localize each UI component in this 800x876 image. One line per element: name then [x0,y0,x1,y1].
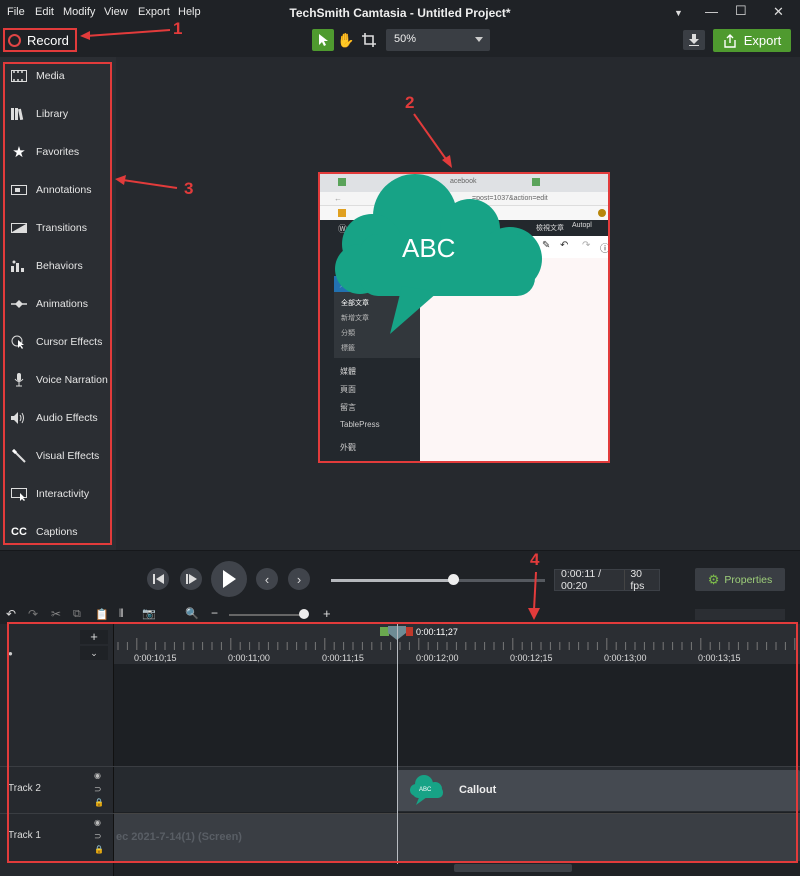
step-forward-button[interactable] [180,568,202,590]
step-forward-icon [185,574,197,584]
pointer-icon [319,34,328,46]
time-display: 0:00:11 / 00:20 30 fps [554,568,660,592]
select-tool-button[interactable] [312,29,334,51]
timeline-scrollbar-track[interactable] [114,861,800,876]
share-icon [724,33,736,48]
current-time: 0:00:11 / 00:20 [555,568,626,592]
previous-button[interactable]: ‹ [256,568,278,590]
export-button[interactable]: Export [713,29,791,52]
annotation-number: 1 [173,19,183,38]
zoom-slider-handle[interactable] [299,609,309,619]
crop-tool-button[interactable] [358,29,380,51]
snapshot-icon[interactable]: 📷 [142,607,156,620]
cut-icon[interactable]: ✂ [51,607,61,621]
redo-icon[interactable]: ↷ [28,607,38,621]
undo-icon[interactable]: ↶ [6,607,16,621]
zoom-dropdown[interactable]: 50% [386,29,490,51]
scrubber-handle[interactable] [447,574,459,585]
annotation-box-timeline [7,622,798,863]
menu-bar: File Edit Modify View Export Help TechSm… [0,0,800,26]
play-icon [223,570,236,588]
chevron-right-icon: › [296,571,302,587]
hand-icon: ✋ [337,31,355,48]
download-button[interactable] [683,30,705,50]
crop-icon [362,33,376,47]
zoom-fit-icon[interactable]: 🔍 [185,607,199,620]
timeline-scroll-indicator [695,609,785,620]
close-icon[interactable]: ✕ [773,4,784,20]
step-back-icon [152,574,164,584]
maximize-icon[interactable]: ☐ [735,3,747,19]
paste-icon[interactable]: 📋 [95,608,109,621]
zoom-out-icon[interactable]: − [211,606,218,620]
properties-label: Properties [724,573,773,586]
annotation-arrow [528,571,540,620]
pan-tool-button[interactable]: ✋ [335,29,357,51]
annotation-box-record [3,28,77,52]
chevron-left-icon: ‹ [264,571,270,587]
annotation-number: 3 [184,179,194,198]
annotation-number: 2 [405,93,415,112]
zoom-in-icon[interactable]: + [323,606,331,621]
playback-controls: ‹ › 0:00:11 / 00:20 30 fps ⚙ Properties [0,550,800,605]
download-icon [689,34,699,46]
step-back-button[interactable] [147,568,169,590]
minimize-icon[interactable]: — [705,4,718,19]
fps-display: 30 fps [630,568,645,592]
copy-icon[interactable]: ⧉ [73,608,81,621]
timeline-zoom-slider[interactable] [229,614,307,616]
timeline-scrollbar-thumb[interactable] [454,864,572,872]
annotation-box-sidebar [3,62,112,545]
annotation-box-canvas [318,172,610,463]
annotation-arrow [115,175,178,189]
split-icon[interactable]: ⫴ [119,608,124,621]
dropdown-icon[interactable]: ▼ [674,8,683,18]
annotation-arrow [80,29,170,40]
properties-button[interactable]: ⚙ Properties [695,568,785,591]
next-button[interactable]: › [288,568,310,590]
annotation-number: 4 [530,550,540,569]
annotation-arrow [413,113,452,168]
zoom-value: 50% [394,33,417,45]
playback-scrubber[interactable] [331,579,545,582]
export-label: Export [743,33,782,48]
chevron-down-icon [475,37,483,42]
play-button[interactable] [211,561,247,597]
gear-icon: ⚙ [707,571,720,587]
